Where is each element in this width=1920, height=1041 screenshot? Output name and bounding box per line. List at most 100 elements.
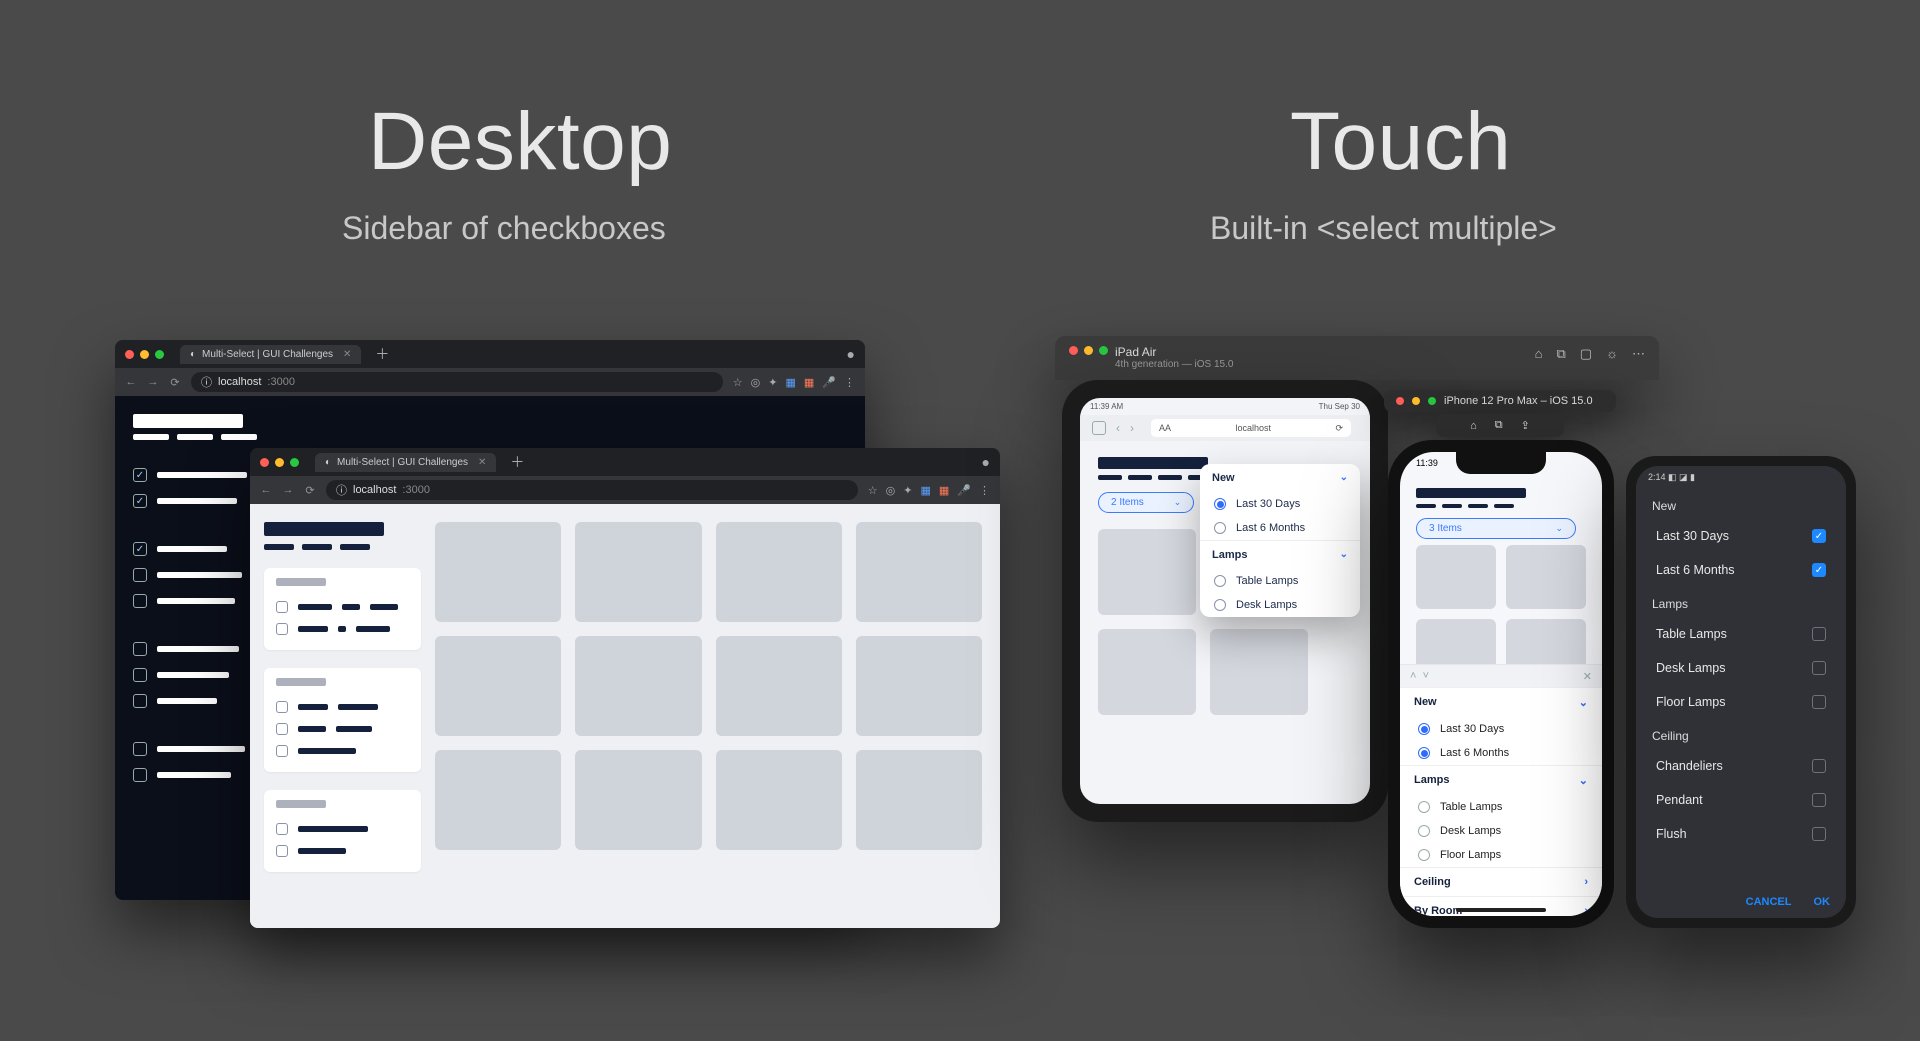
cancel-button[interactable]: CANCEL <box>1746 896 1792 908</box>
checkbox-icon[interactable] <box>133 742 147 756</box>
checkbox-icon[interactable] <box>133 694 147 708</box>
checkbox-icon[interactable] <box>1812 661 1826 675</box>
star-icon[interactable]: ☆ <box>868 484 878 497</box>
forward-icon[interactable]: › <box>1130 421 1134 435</box>
minimize-dot[interactable] <box>275 458 284 467</box>
checkbox-icon[interactable] <box>1812 827 1826 841</box>
checkbox-icon[interactable] <box>133 494 147 508</box>
home-icon[interactable]: ⌂ <box>1470 420 1477 432</box>
checkbox-icon[interactable] <box>276 601 288 613</box>
select-option[interactable]: Desk Lamps <box>1636 651 1846 685</box>
checkbox-icon[interactable] <box>276 701 288 713</box>
select-option[interactable]: Last 6 Months <box>1200 516 1360 540</box>
mic-icon[interactable]: 🎤 <box>957 484 971 497</box>
chevron-right-icon[interactable]: › <box>1584 905 1588 916</box>
select-option[interactable]: Last 30 Days <box>1636 519 1846 553</box>
url-field[interactable]: ⓘ localhost:3000 <box>191 372 723 392</box>
reload-icon[interactable]: ⟳ <box>169 376 181 389</box>
select-option[interactable]: Table Lamps <box>1200 569 1360 593</box>
select-option[interactable]: Last 6 Months <box>1636 553 1846 587</box>
result-tile[interactable] <box>435 522 561 622</box>
checkbox-icon[interactable] <box>1812 793 1826 807</box>
browser-tab[interactable]: ◐ Multi-Select | GUI Challenges ✕ <box>315 453 496 472</box>
zoom-dot[interactable] <box>155 350 164 359</box>
traffic-lights[interactable] <box>260 458 299 467</box>
result-tile[interactable] <box>856 522 982 622</box>
result-tile[interactable] <box>856 636 982 736</box>
result-tile[interactable] <box>856 750 982 850</box>
next-field-icon[interactable]: ˅ <box>1423 670 1429 682</box>
result-tile[interactable] <box>716 522 842 622</box>
new-tab-icon[interactable]: ＋ <box>375 344 389 364</box>
filter-item[interactable] <box>276 818 409 840</box>
filter-item[interactable] <box>276 618 409 640</box>
chevron-down-icon[interactable]: ⌄ <box>1579 774 1588 787</box>
dismiss-keyboard-icon[interactable]: ✕ <box>1583 670 1592 683</box>
url-field[interactable]: ⓘ localhost:3000 <box>326 480 858 500</box>
close-dot[interactable] <box>260 458 269 467</box>
puzzle-icon[interactable]: ✦ <box>768 376 777 389</box>
select-option[interactable]: Pendant <box>1636 783 1846 817</box>
site-info-icon[interactable]: ⓘ <box>201 374 212 390</box>
safari-url[interactable]: AA localhost ⟳ <box>1151 419 1351 437</box>
browser-tab[interactable]: ◐ Multi-Select | GUI Challenges ✕ <box>180 345 361 364</box>
chevron-down-icon[interactable]: ⌄ <box>1340 472 1348 484</box>
forward-icon[interactable]: → <box>282 484 294 496</box>
result-tile[interactable] <box>575 636 701 736</box>
result-tile[interactable] <box>1098 629 1196 715</box>
select-option[interactable]: Flush <box>1636 817 1846 851</box>
window-close-icon[interactable]: ● <box>982 454 990 470</box>
target-icon[interactable]: ◎ <box>886 484 896 497</box>
back-icon[interactable]: ‹ <box>1116 421 1120 435</box>
select-option[interactable]: Floor Lamps <box>1400 843 1602 867</box>
ok-button[interactable]: OK <box>1814 896 1831 908</box>
minimize-dot[interactable] <box>140 350 149 359</box>
radio-icon[interactable] <box>1214 522 1226 534</box>
share-icon[interactable]: ⇪ <box>1521 419 1530 432</box>
select-option[interactable]: Desk Lamps <box>1200 593 1360 617</box>
screenshot-icon[interactable]: ⧉ <box>1556 346 1565 362</box>
star-icon[interactable]: ☆ <box>733 376 743 389</box>
filter-item[interactable] <box>276 596 409 618</box>
checkbox-icon[interactable] <box>133 542 147 556</box>
rotate-icon[interactable]: ▢ <box>1580 346 1592 362</box>
close-tab-icon[interactable]: ✕ <box>478 457 486 468</box>
checkbox-icon[interactable] <box>1812 695 1826 709</box>
forward-icon[interactable]: → <box>147 376 159 388</box>
checkbox-icon[interactable] <box>133 642 147 656</box>
checkbox-icon[interactable] <box>1812 563 1826 577</box>
filter-item[interactable] <box>276 696 409 718</box>
select-option[interactable]: Desk Lamps <box>1400 819 1602 843</box>
menu-icon[interactable]: ⋮ <box>844 376 855 389</box>
radio-icon[interactable] <box>1214 599 1226 611</box>
chevron-down-icon[interactable]: ⌄ <box>1340 549 1348 561</box>
select-option[interactable]: Last 6 Months <box>1400 741 1602 765</box>
iphone-select-sheet[interactable]: ˄ ˅ ✕ New⌄ Last 30 Days Last 6 Months La… <box>1400 664 1602 916</box>
checkbox-icon[interactable] <box>276 745 288 757</box>
result-tile[interactable] <box>575 750 701 850</box>
radio-icon[interactable] <box>1418 747 1430 759</box>
puzzle-icon[interactable]: ✦ <box>903 484 912 497</box>
more-icon[interactable]: ⋯ <box>1632 346 1645 362</box>
home-indicator[interactable] <box>1456 908 1546 912</box>
ext-icon-1[interactable]: ▦ <box>920 484 930 497</box>
reload-icon[interactable]: ⟳ <box>304 484 316 497</box>
radio-icon[interactable] <box>1418 849 1430 861</box>
checkbox-icon[interactable] <box>133 468 147 482</box>
radio-icon[interactable] <box>1214 575 1226 587</box>
select-option[interactable]: Last 30 Days <box>1200 492 1360 516</box>
target-icon[interactable]: ◎ <box>751 376 761 389</box>
checkbox-icon[interactable] <box>133 668 147 682</box>
filter-pill[interactable]: 3 Items ⌄ <box>1416 518 1576 539</box>
menu-icon[interactable]: ⋮ <box>979 484 990 497</box>
ext-icon-2[interactable]: ▦ <box>939 484 949 497</box>
select-option[interactable]: Table Lamps <box>1636 617 1846 651</box>
chevron-right-icon[interactable]: › <box>1584 876 1588 888</box>
checkbox-icon[interactable] <box>1812 759 1826 773</box>
result-tile[interactable] <box>716 636 842 736</box>
sidebar-toggle-icon[interactable] <box>1092 421 1106 435</box>
result-tile[interactable] <box>1506 545 1586 609</box>
reader-icon[interactable]: AA <box>1159 423 1171 433</box>
close-dot[interactable] <box>125 350 134 359</box>
radio-icon[interactable] <box>1418 825 1430 837</box>
